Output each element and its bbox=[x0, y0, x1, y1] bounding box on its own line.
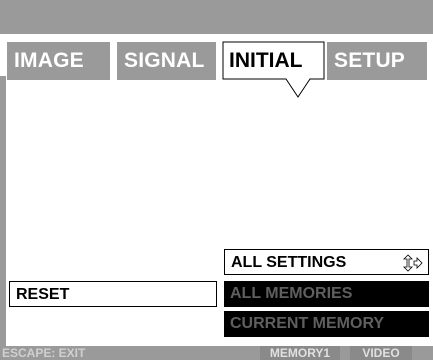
reset-label: RESET bbox=[16, 286, 70, 303]
tab-image-label: IMAGE bbox=[14, 49, 84, 72]
tab-image[interactable]: IMAGE bbox=[7, 42, 110, 80]
source-label: VIDEO bbox=[362, 346, 400, 360]
left-gray-strip bbox=[0, 76, 6, 346]
memory-indicator: MEMORY1 bbox=[260, 346, 340, 360]
updown-arrow-icon bbox=[403, 254, 423, 272]
tab-signal[interactable]: SIGNAL bbox=[117, 42, 216, 80]
title-bar bbox=[0, 0, 433, 34]
memory-label: MEMORY1 bbox=[269, 346, 331, 360]
source-indicator: VIDEO bbox=[350, 346, 412, 360]
osd-menu-screen: IMAGE SIGNAL INITIAL SETUP RESET ALL SET… bbox=[0, 0, 433, 360]
escape-hint: ESCAPE: EXIT bbox=[2, 346, 86, 360]
reset-button[interactable]: RESET bbox=[9, 281, 217, 307]
status-bar: ESCAPE: EXIT MEMORY1 VIDEO bbox=[0, 346, 433, 360]
current-memory-label: CURRENT MEMORY bbox=[230, 315, 385, 332]
tab-initial[interactable]: INITIAL bbox=[229, 42, 303, 80]
tab-signal-label: SIGNAL bbox=[124, 49, 205, 72]
tab-setup[interactable]: SETUP bbox=[327, 42, 427, 80]
all-settings-label: ALL SETTINGS bbox=[231, 254, 347, 271]
tab-initial-label: INITIAL bbox=[229, 49, 303, 72]
tab-setup-label: SETUP bbox=[334, 49, 406, 72]
all-memories-label: ALL MEMORIES bbox=[230, 285, 353, 302]
all-memories-option[interactable]: ALL MEMORIES bbox=[224, 281, 429, 307]
all-settings-option[interactable]: ALL SETTINGS bbox=[224, 249, 429, 275]
current-memory-option[interactable]: CURRENT MEMORY bbox=[224, 311, 429, 337]
